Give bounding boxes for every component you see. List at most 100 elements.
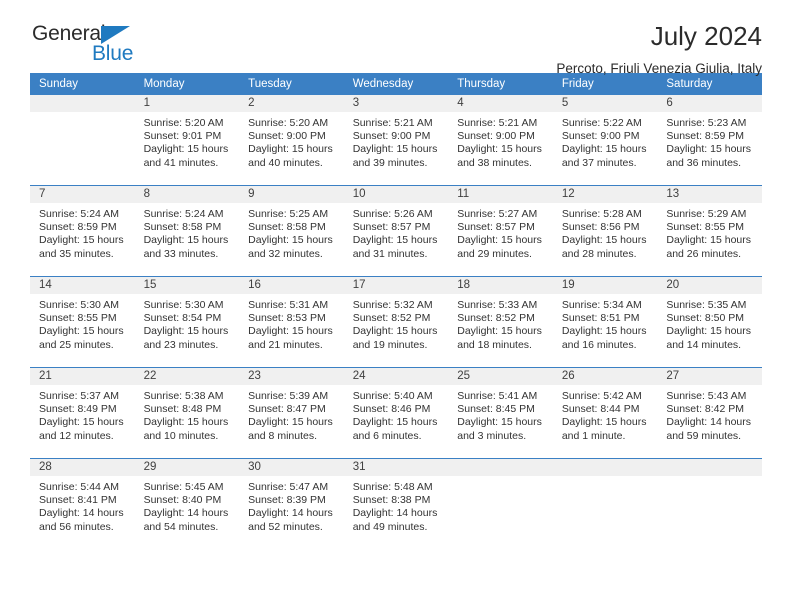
sunset-text: Sunset: 8:57 PM: [457, 221, 535, 234]
sunset-text: Sunset: 8:38 PM: [352, 494, 431, 507]
daylight-text-line1: Daylight: 15 hours: [457, 234, 542, 247]
sunrise-text: Sunrise: 5:48 AM: [352, 481, 433, 493]
logo-text-blue: Blue: [92, 42, 134, 65]
sunset-text: Sunset: 9:01 PM: [143, 130, 222, 143]
day-cell[interactable]: [552, 459, 658, 550]
weekday-header-tuesday: Tuesday: [239, 73, 344, 95]
day-number: 21: [30, 368, 135, 385]
daylight-text-line2: and 14 minutes.: [666, 338, 742, 351]
sunrise-text: Sunrise: 5:21 AM: [352, 117, 433, 129]
day-number: 8: [134, 186, 240, 203]
day-cell[interactable]: 26 Sunrise: 5:42 AM Sunset: 8:44 PM Dayl…: [552, 368, 658, 459]
day-details: Sunrise: 5:30 AM Sunset: 8:55 PM Dayligh…: [30, 294, 135, 352]
day-cell[interactable]: 9 Sunrise: 5:25 AM Sunset: 8:58 PM Dayli…: [239, 186, 344, 277]
day-cell[interactable]: 25 Sunrise: 5:41 AM Sunset: 8:45 PM Dayl…: [448, 368, 553, 459]
day-cell[interactable]: 10 Sunrise: 5:26 AM Sunset: 8:57 PM Dayl…: [343, 186, 449, 277]
day-cell[interactable]: 17 Sunrise: 5:32 AM Sunset: 8:52 PM Dayl…: [343, 277, 449, 368]
daylight-text-line1: Daylight: 14 hours: [39, 507, 124, 520]
day-cell[interactable]: 27 Sunrise: 5:43 AM Sunset: 8:42 PM Dayl…: [657, 368, 762, 459]
day-cell[interactable]: 13 Sunrise: 5:29 AM Sunset: 8:55 PM Dayl…: [657, 186, 762, 277]
day-cell[interactable]: 28 Sunrise: 5:44 AM Sunset: 8:41 PM Dayl…: [30, 459, 135, 550]
sunrise-text: Sunrise: 5:30 AM: [39, 299, 119, 311]
day-cell[interactable]: 4 Sunrise: 5:21 AM Sunset: 9:00 PM Dayli…: [448, 95, 553, 186]
day-cell[interactable]: 6 Sunrise: 5:23 AM Sunset: 8:59 PM Dayli…: [657, 95, 762, 186]
daylight-text-line2: and 6 minutes.: [352, 429, 422, 442]
daylight-text-line2: and 21 minutes.: [248, 338, 323, 351]
day-cell[interactable]: 8 Sunrise: 5:24 AM Sunset: 8:58 PM Dayli…: [134, 186, 240, 277]
sunrise-text: Sunrise: 5:35 AM: [666, 299, 747, 311]
day-number: 1: [134, 95, 240, 112]
day-cell[interactable]: [448, 459, 553, 550]
sunset-text: Sunset: 9:00 PM: [352, 130, 431, 143]
day-details: Sunrise: 5:23 AM Sunset: 8:59 PM Dayligh…: [657, 112, 762, 170]
day-number: 14: [30, 277, 135, 294]
day-number: 18: [448, 277, 553, 294]
calendar-body: 1 Sunrise: 5:20 AM Sunset: 9:01 PM Dayli…: [30, 95, 762, 549]
day-cell[interactable]: 11 Sunrise: 5:27 AM Sunset: 8:57 PM Dayl…: [448, 186, 553, 277]
day-cell[interactable]: 20 Sunrise: 5:35 AM Sunset: 8:50 PM Dayl…: [657, 277, 762, 368]
day-cell[interactable]: 18 Sunrise: 5:33 AM Sunset: 8:52 PM Dayl…: [448, 277, 553, 368]
sunset-text: Sunset: 8:40 PM: [143, 494, 222, 507]
sunset-text: Sunset: 8:52 PM: [457, 312, 535, 325]
daylight-text-line1: Daylight: 15 hours: [666, 143, 752, 156]
day-details: Sunrise: 5:34 AM Sunset: 8:51 PM Dayligh…: [553, 294, 658, 352]
day-number: 5: [552, 95, 658, 112]
day-details: Sunrise: 5:21 AM Sunset: 9:00 PM Dayligh…: [448, 112, 553, 170]
day-number: 12: [552, 186, 658, 203]
daylight-text-line1: Daylight: 15 hours: [457, 325, 542, 338]
day-cell[interactable]: [30, 95, 135, 186]
weekday-header-monday: Monday: [134, 73, 240, 95]
sunset-text: Sunset: 8:59 PM: [666, 130, 745, 143]
weekday-header-sunday: Sunday: [30, 73, 135, 95]
sunset-text: Sunset: 8:56 PM: [561, 221, 640, 234]
sunset-text: Sunset: 8:44 PM: [561, 403, 640, 416]
sunset-text: Sunset: 8:57 PM: [352, 221, 431, 234]
day-cell[interactable]: 31 Sunrise: 5:48 AM Sunset: 8:38 PM Dayl…: [343, 459, 449, 550]
day-details: Sunrise: 5:32 AM Sunset: 8:52 PM Dayligh…: [344, 294, 449, 352]
daylight-text-line2: and 36 minutes.: [666, 156, 742, 169]
day-details: Sunrise: 5:22 AM Sunset: 9:00 PM Dayligh…: [553, 112, 658, 170]
day-cell[interactable]: 29 Sunrise: 5:45 AM Sunset: 8:40 PM Dayl…: [134, 459, 240, 550]
daylight-text-line1: Daylight: 15 hours: [561, 416, 647, 429]
sunset-text: Sunset: 8:45 PM: [457, 403, 535, 416]
day-number: 7: [30, 186, 135, 203]
daylight-text-line2: and 1 minute.: [561, 429, 626, 442]
day-number: [30, 95, 135, 112]
day-details: Sunrise: 5:26 AM Sunset: 8:57 PM Dayligh…: [344, 203, 449, 261]
daylight-text-line2: and 37 minutes.: [561, 156, 637, 169]
day-cell[interactable]: 12 Sunrise: 5:28 AM Sunset: 8:56 PM Dayl…: [552, 186, 658, 277]
daylight-text-line2: and 31 minutes.: [352, 247, 428, 260]
day-cell[interactable]: 21 Sunrise: 5:37 AM Sunset: 8:49 PM Dayl…: [30, 368, 135, 459]
day-cell[interactable]: 14 Sunrise: 5:30 AM Sunset: 8:55 PM Dayl…: [30, 277, 135, 368]
day-cell[interactable]: 2 Sunrise: 5:20 AM Sunset: 9:00 PM Dayli…: [239, 95, 344, 186]
day-number: 29: [134, 459, 240, 476]
sunrise-text: Sunrise: 5:41 AM: [457, 390, 538, 402]
day-cell[interactable]: 23 Sunrise: 5:39 AM Sunset: 8:47 PM Dayl…: [239, 368, 344, 459]
day-cell[interactable]: 19 Sunrise: 5:34 AM Sunset: 8:51 PM Dayl…: [552, 277, 658, 368]
daylight-text-line2: and 18 minutes.: [457, 338, 532, 351]
day-cell[interactable]: 22 Sunrise: 5:38 AM Sunset: 8:48 PM Dayl…: [134, 368, 240, 459]
day-details: Sunrise: 5:31 AM Sunset: 8:53 PM Dayligh…: [239, 294, 344, 352]
sunrise-sunset-calendar: Sunday Monday Tuesday Wednesday Thursday…: [30, 73, 762, 549]
daylight-text-line2: and 39 minutes.: [352, 156, 428, 169]
day-details: Sunrise: 5:20 AM Sunset: 9:01 PM Dayligh…: [135, 112, 240, 170]
sunrise-text: Sunrise: 5:33 AM: [457, 299, 538, 311]
sunrise-text: Sunrise: 5:31 AM: [248, 299, 329, 311]
sunrise-text: Sunrise: 5:39 AM: [248, 390, 329, 402]
daylight-text-line1: Daylight: 14 hours: [352, 507, 438, 520]
day-cell[interactable]: 16 Sunrise: 5:31 AM Sunset: 8:53 PM Dayl…: [239, 277, 344, 368]
day-cell[interactable]: 30 Sunrise: 5:47 AM Sunset: 8:39 PM Dayl…: [239, 459, 344, 550]
day-cell[interactable]: [657, 459, 762, 550]
day-cell[interactable]: 7 Sunrise: 5:24 AM Sunset: 8:59 PM Dayli…: [30, 186, 135, 277]
day-details: Sunrise: 5:27 AM Sunset: 8:57 PM Dayligh…: [448, 203, 553, 261]
title-block: July 2024 Percoto, Friuli Venezia Giulia…: [556, 22, 762, 76]
day-details: Sunrise: 5:24 AM Sunset: 8:59 PM Dayligh…: [30, 203, 135, 261]
day-cell[interactable]: 24 Sunrise: 5:40 AM Sunset: 8:46 PM Dayl…: [343, 368, 449, 459]
day-cell[interactable]: 5 Sunrise: 5:22 AM Sunset: 9:00 PM Dayli…: [552, 95, 658, 186]
day-cell[interactable]: 1 Sunrise: 5:20 AM Sunset: 9:01 PM Dayli…: [134, 95, 240, 186]
day-cell[interactable]: 15 Sunrise: 5:30 AM Sunset: 8:54 PM Dayl…: [134, 277, 240, 368]
page-header: General Blue July 2024 Percoto, Friuli V…: [30, 0, 762, 76]
day-cell[interactable]: 3 Sunrise: 5:21 AM Sunset: 9:00 PM Dayli…: [343, 95, 449, 186]
daylight-text-line2: and 41 minutes.: [143, 156, 219, 169]
daylight-text-line1: Daylight: 14 hours: [666, 416, 752, 429]
